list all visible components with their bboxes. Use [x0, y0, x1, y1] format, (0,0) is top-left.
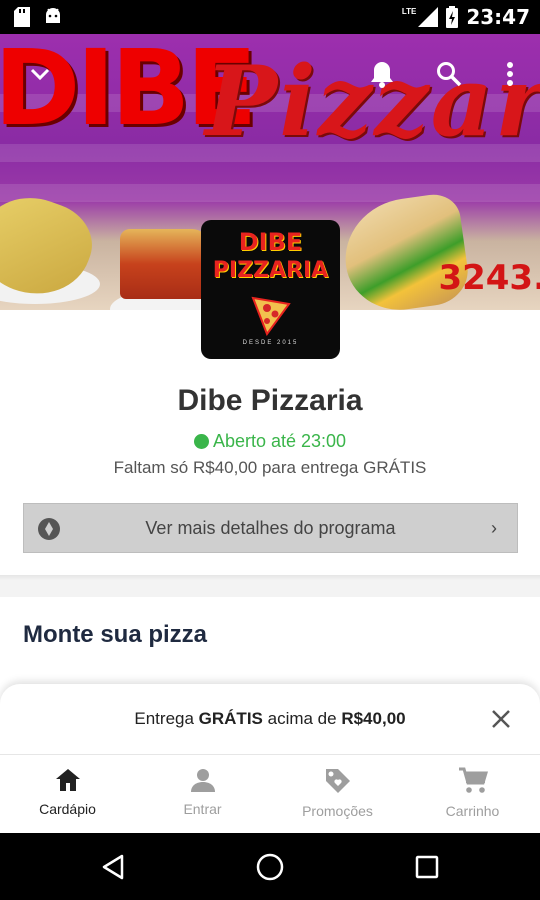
system-navigation-bar [0, 833, 540, 900]
restaurant-logo: DIBE PIZZARIA DESDE 2015 [201, 220, 340, 359]
close-icon[interactable] [488, 706, 514, 732]
nav-carrinho[interactable]: Carrinho [405, 755, 540, 833]
android-icon [46, 8, 60, 23]
person-icon [190, 769, 215, 792]
search-icon [437, 62, 462, 87]
back-button[interactable] [96, 850, 130, 884]
nav-promocoes[interactable]: Promoções [270, 755, 405, 833]
clock: 23:47 [466, 5, 530, 29]
notifications-button[interactable] [364, 56, 400, 92]
nav-entrar[interactable]: Entrar [135, 755, 270, 833]
section-title: Monte sua pizza [23, 621, 208, 648]
collapse-button[interactable] [22, 56, 58, 92]
free-delivery-toast: Entrega GRÁTIS acima de R$40,00 [0, 684, 540, 754]
pizza-slice-icon [251, 296, 291, 336]
chevron-down-icon [30, 68, 50, 81]
open-status-dot [193, 434, 209, 449]
toast-message: Entrega GRÁTIS acima de R$40,00 [134, 709, 406, 728]
recents-icon [415, 855, 439, 879]
section-divider [0, 575, 540, 597]
signal-icon [418, 7, 439, 27]
back-icon [102, 854, 124, 880]
restaurant-name: Dibe Pizzaria [177, 384, 363, 417]
chevron-right-icon: › [491, 518, 497, 538]
search-button[interactable] [431, 56, 467, 92]
lasagna-image [120, 229, 210, 299]
more-options-button[interactable] [492, 56, 528, 92]
sd-card-icon [14, 7, 30, 27]
bell-icon [371, 62, 393, 88]
more-vert-icon [507, 62, 513, 86]
program-details-button[interactable]: Ver mais detalhes do programa › [23, 503, 518, 553]
free-delivery-message: Faltam só R$40,00 para entrega GRÁTIS [113, 458, 427, 477]
tag-icon [325, 769, 350, 793]
info-icon [38, 518, 60, 540]
cart-icon [458, 767, 488, 793]
recents-button[interactable] [410, 850, 444, 884]
home-icon [55, 769, 80, 791]
bottom-navigation: Cardápio Entrar Promoções Carrinho [0, 754, 540, 833]
banner-phone: 3243. [438, 258, 540, 298]
network-type: LTE [401, 6, 417, 16]
battery-icon [446, 6, 459, 28]
open-status: Aberto até 23:00 [0, 431, 540, 452]
status-bar: LTE 23:47 [0, 0, 540, 34]
nav-cardapio[interactable]: Cardápio [0, 755, 135, 833]
program-details-label: Ver mais detalhes do programa [145, 517, 396, 538]
home-button[interactable] [253, 850, 287, 884]
home-circle-icon [256, 853, 284, 881]
